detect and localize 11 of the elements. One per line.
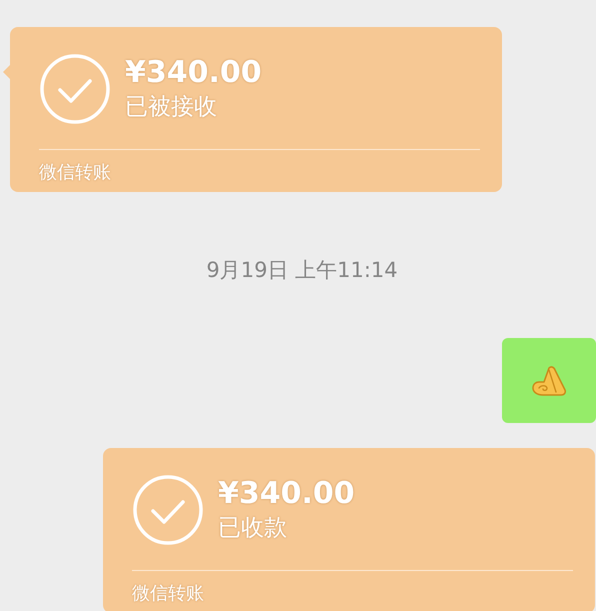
- transfer-status: 已收款: [218, 514, 288, 543]
- transfer-amount: ¥340.00: [218, 476, 355, 512]
- message-bubble[interactable]: [502, 338, 596, 423]
- timestamp: 9月19日 上午11:14: [205, 257, 399, 284]
- check-circle-icon: [39, 53, 111, 125]
- transfer-amount: ¥340.00: [125, 55, 262, 91]
- check-circle-icon: [132, 474, 204, 546]
- transfer-status: 已被接收: [125, 93, 218, 122]
- transfer-card[interactable]: ¥340.00 已收款 微信转账: [103, 448, 595, 611]
- transfer-label: 微信转账: [39, 161, 112, 184]
- transfer-label: 微信转账: [132, 582, 205, 605]
